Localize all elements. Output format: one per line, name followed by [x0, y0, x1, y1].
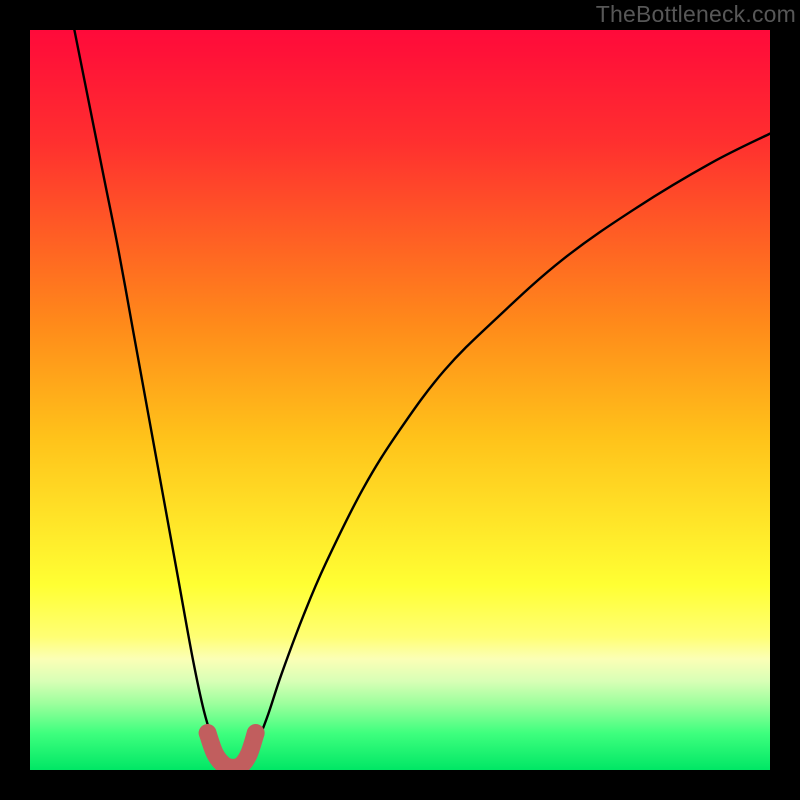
marker-left-dot: [199, 724, 217, 742]
chart-frame: [30, 30, 770, 770]
chart-svg: [30, 30, 770, 770]
marker-right-dot: [247, 724, 265, 742]
chart-background: [30, 30, 770, 770]
watermark-text: TheBottleneck.com: [596, 1, 796, 28]
